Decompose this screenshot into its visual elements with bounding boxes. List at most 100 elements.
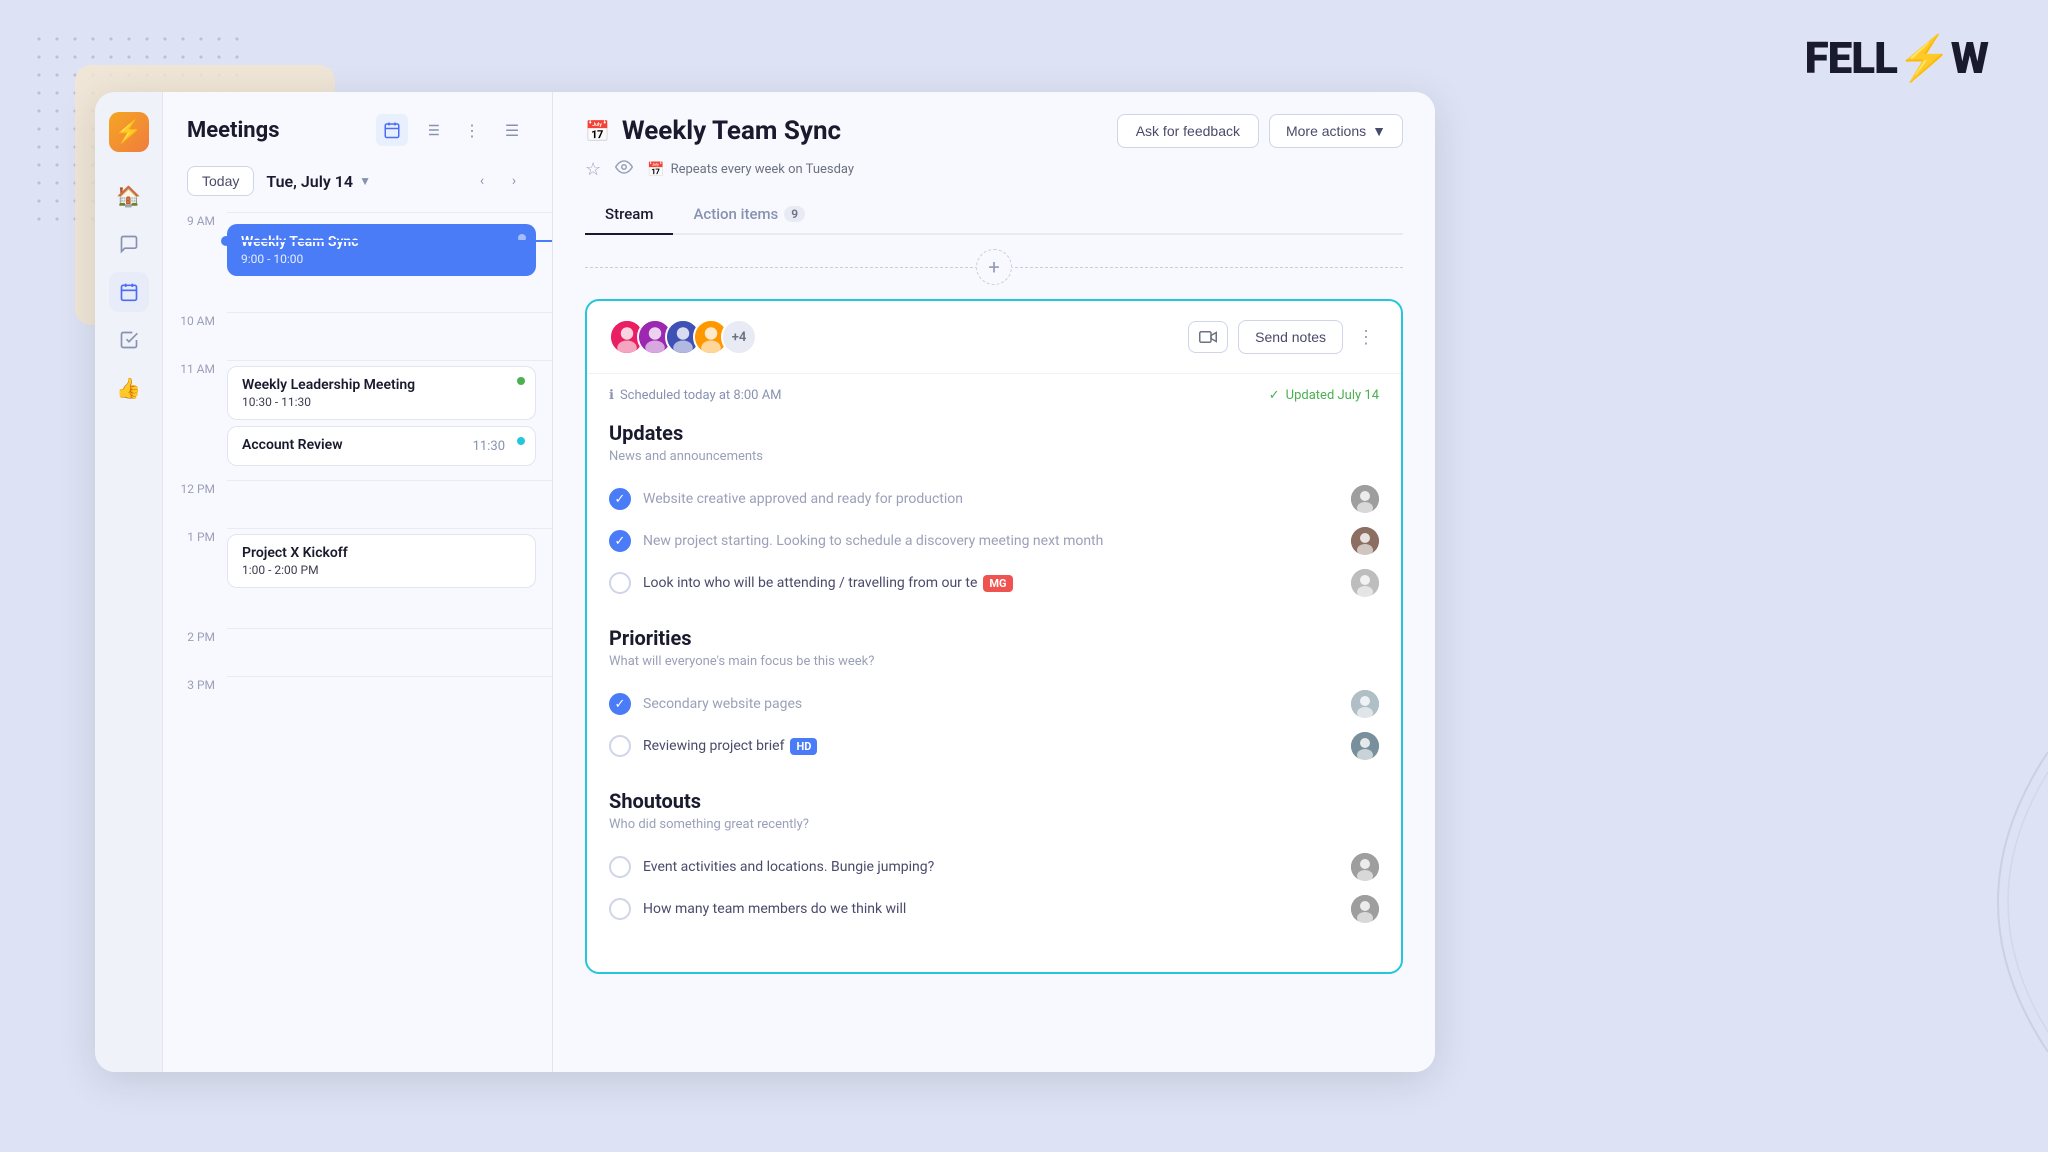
item-avatar: [1351, 569, 1379, 597]
section-subtitle-shoutouts: Who did something great recently?: [609, 817, 1379, 832]
priorities-section: Priorities What will everyone's main foc…: [609, 626, 1379, 767]
event-weekly-team-sync[interactable]: Weekly Team Sync 9:00 - 10:00: [227, 224, 536, 276]
item-text: Look into who will be attending / travel…: [643, 575, 1339, 591]
item-text: Event activities and locations. Bungie j…: [643, 859, 1339, 875]
add-content-button[interactable]: +: [976, 249, 1012, 285]
checkmark-icon: ✓: [1269, 388, 1280, 403]
app-logo: FELL⚡W: [1805, 32, 1988, 84]
meeting-header: 📅 Weekly Team Sync Ask for feedback More…: [553, 92, 1435, 235]
sidebar-item-home[interactable]: 🏠: [109, 176, 149, 216]
events-1pm: Project X Kickoff 1:00 - 2:00 PM: [227, 528, 552, 618]
checkbox-unchecked[interactable]: [609, 572, 631, 594]
checkbox-circle-unchecked[interactable]: [609, 856, 631, 878]
action-items-badge: 9: [784, 206, 805, 222]
date-navigation: Today Tue, July 14 ▼ ‹ ›: [163, 162, 552, 212]
time-label-9am: 9 AM: [163, 212, 227, 228]
date-nav-arrows: ‹ ›: [468, 167, 528, 195]
event-time: 1:00 - 2:00 PM: [242, 563, 521, 577]
calendar-view-btn[interactable]: [376, 114, 408, 146]
prev-date-btn[interactable]: ‹: [468, 167, 496, 195]
card-meta: ℹ Scheduled today at 8:00 AM ✓ Updated J…: [609, 388, 1379, 403]
meeting-calendar-icon: 📅: [585, 119, 610, 143]
calendar-timeline: 9 AM Weekly Team Sync 9:00 - 10:00 1: [163, 212, 552, 1072]
stream-content: +: [553, 235, 1435, 1072]
tab-stream[interactable]: Stream: [585, 195, 673, 235]
checkbox-checked[interactable]: ✓: [609, 693, 631, 715]
list-view-btn[interactable]: [416, 114, 448, 146]
item-avatar: [1351, 690, 1379, 718]
eye-icon[interactable]: [615, 158, 633, 181]
tab-action-items[interactable]: Action items 9: [673, 195, 825, 235]
events-9am: Weekly Team Sync 9:00 - 10:00: [227, 212, 552, 302]
more-options-btn[interactable]: ⋮: [456, 114, 488, 146]
time-slot-1pm: 1 PM Project X Kickoff 1:00 - 2:00 PM: [163, 528, 552, 628]
sidebar-item-messages[interactable]: [109, 224, 149, 264]
event-time: 9:00 - 10:00: [241, 252, 522, 266]
more-actions-button[interactable]: More actions ▼: [1269, 114, 1403, 148]
list-item: ✓ New project starting. Looking to sched…: [609, 520, 1379, 562]
time-label-11am: 11 AM: [163, 360, 227, 376]
event-title: Account Review: [242, 437, 343, 453]
meeting-title-left: 📅 Weekly Team Sync: [585, 116, 841, 146]
meeting-card-body: ℹ Scheduled today at 8:00 AM ✓ Updated J…: [587, 374, 1401, 972]
time-slot-10am: 10 AM: [163, 312, 552, 360]
decorative-curve: [1928, 752, 2048, 1052]
star-icon[interactable]: ☆: [585, 159, 601, 180]
card-action-buttons: Send notes ⋮: [1188, 320, 1379, 354]
shoutouts-section: Shoutouts Who did something great recent…: [609, 789, 1379, 930]
tag-hd: HD: [790, 738, 817, 755]
item-text: Secondary website pages: [643, 696, 1339, 712]
meeting-title: Weekly Team Sync: [622, 116, 841, 146]
event-project-x[interactable]: Project X Kickoff 1:00 - 2:00 PM: [227, 534, 536, 588]
sidebar-item-calendar[interactable]: [109, 272, 149, 312]
time-label-1pm: 1 PM: [163, 528, 227, 544]
list-item: Reviewing project briefHD: [609, 725, 1379, 767]
chevron-down-icon: ▼: [359, 174, 371, 188]
sidebar-item-thumbsup[interactable]: 👍: [109, 368, 149, 408]
events-11am: Weekly Leadership Meeting 10:30 - 11:30 …: [227, 360, 552, 472]
checkbox-circle-unchecked[interactable]: [609, 898, 631, 920]
checkbox-circle-unchecked[interactable]: [609, 735, 631, 757]
item-text: How many team members do we think will: [643, 901, 1339, 917]
card-more-options-button[interactable]: ⋮: [1353, 323, 1379, 352]
list-item: Look into who will be attending / travel…: [609, 562, 1379, 604]
event-time-short: 11:30: [473, 439, 505, 454]
meetings-header-icons: ⋮ ☰: [376, 114, 528, 146]
updated-info: ✓ Updated July 14: [1269, 388, 1379, 403]
time-slot-3pm: 3 PM: [163, 676, 552, 724]
date-label[interactable]: Tue, July 14 ▼: [266, 172, 371, 191]
main-content: 📅 Weekly Team Sync Ask for feedback More…: [553, 92, 1435, 1072]
today-button[interactable]: Today: [187, 166, 254, 196]
list-item: How many team members do we think will: [609, 888, 1379, 930]
section-title-updates: Updates: [609, 421, 1379, 445]
meetings-panel: Meetings: [163, 92, 553, 1072]
checkbox-checked[interactable]: ✓: [609, 488, 631, 510]
send-notes-button[interactable]: Send notes: [1238, 320, 1343, 354]
content-tabs: Stream Action items 9: [585, 195, 1403, 235]
scheduled-info: ℹ Scheduled today at 8:00 AM: [609, 388, 782, 403]
add-content-row: +: [585, 235, 1403, 299]
section-subtitle-priorities: What will everyone's main focus be this …: [609, 654, 1379, 669]
time-slot-9am: 9 AM Weekly Team Sync 9:00 - 10:00: [163, 212, 552, 312]
list-item: ✓ Website creative approved and ready fo…: [609, 478, 1379, 520]
sidebar-item-tasks[interactable]: [109, 320, 149, 360]
video-call-button[interactable]: [1188, 321, 1228, 353]
item-avatar: [1351, 853, 1379, 881]
meeting-title-row: 📅 Weekly Team Sync Ask for feedback More…: [585, 114, 1403, 148]
next-date-btn[interactable]: ›: [500, 167, 528, 195]
section-title-priorities: Priorities: [609, 626, 1379, 650]
item-avatar: [1351, 732, 1379, 760]
meeting-meta: ☆ 📅 Repeats every week on Tuesday: [585, 158, 1403, 181]
time-label-3pm: 3 PM: [163, 676, 227, 692]
event-weekly-leadership[interactable]: Weekly Leadership Meeting 10:30 - 11:30: [227, 366, 536, 420]
item-avatar: [1351, 527, 1379, 555]
menu-btn[interactable]: ☰: [496, 114, 528, 146]
time-slot-12pm: 12 PM: [163, 480, 552, 528]
meeting-card: +4 Send notes ⋮: [585, 299, 1403, 974]
ask-feedback-button[interactable]: Ask for feedback: [1117, 114, 1259, 148]
checkbox-checked[interactable]: ✓: [609, 530, 631, 552]
repeat-calendar-icon: 📅: [647, 162, 664, 178]
app-container: ⚡ 🏠 👍 Meetings: [95, 92, 1435, 1072]
item-text: New project starting. Looking to schedul…: [643, 533, 1339, 549]
event-account-review[interactable]: Account Review 11:30: [227, 426, 536, 466]
